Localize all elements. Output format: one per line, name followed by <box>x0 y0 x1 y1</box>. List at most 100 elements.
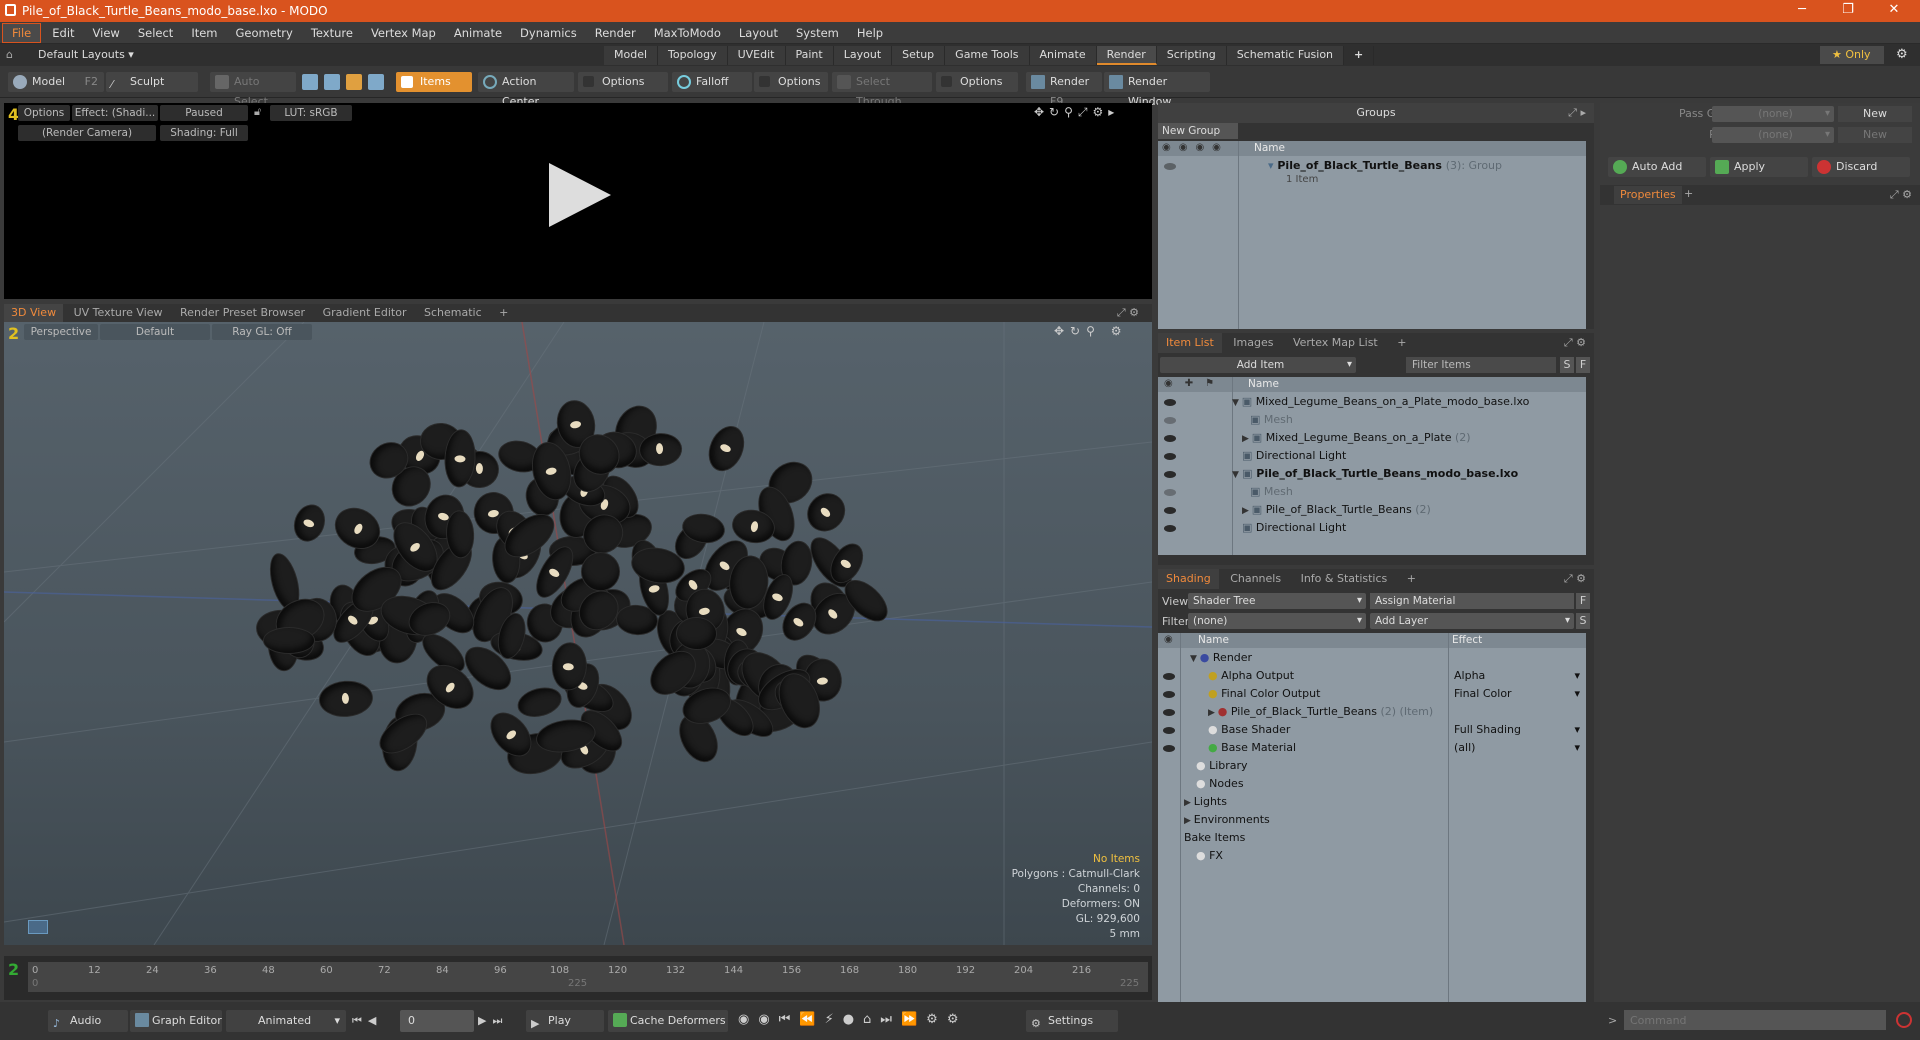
menu-vertex-map[interactable]: Vertex Map <box>362 22 445 44</box>
shader-row[interactable]: ▶ ● Pile_of_Black_Turtle_Beans (2) (Item… <box>1208 703 1433 721</box>
eye-icon[interactable] <box>1164 471 1176 478</box>
add-tab-button[interactable]: + <box>1389 333 1414 353</box>
filter-items-input[interactable]: Filter Items <box>1406 357 1556 373</box>
3d-viewport[interactable]: 2 Perspective Default Ray GL: Off ✥↻⚲ ⚙ … <box>4 322 1152 945</box>
menu-geometry[interactable]: Geometry <box>227 22 302 44</box>
eye-icon[interactable] <box>1163 727 1175 734</box>
expand-icon[interactable]: ⤢ ▸ <box>1568 106 1586 120</box>
expand-arrow-icon[interactable]: ▶ <box>1184 798 1194 808</box>
animated-dropdown[interactable]: Animated ▾ <box>226 1010 346 1032</box>
close-button[interactable]: ✕ <box>1872 2 1916 20</box>
eye-icon[interactable] <box>1163 745 1175 752</box>
select-through-button[interactable]: Select Through <box>832 72 932 108</box>
eye-icon[interactable] <box>1163 673 1175 680</box>
add-item-dropdown[interactable]: Add Item <box>1160 357 1356 373</box>
tab-schematic[interactable]: Schematic <box>417 304 489 322</box>
assign-material-button[interactable]: Assign Material <box>1370 593 1574 609</box>
tab-schematic-fusion[interactable]: Schematic Fusion <box>1226 46 1345 65</box>
view-dropdown[interactable]: Shader Tree <box>1188 593 1366 609</box>
shader-row[interactable]: ● Final Color Output <box>1208 685 1320 703</box>
add-tab-button[interactable]: + <box>1344 46 1375 65</box>
eye-icon[interactable] <box>1164 435 1176 442</box>
tab-layout[interactable]: Layout <box>833 46 893 65</box>
expand-arrow-icon[interactable]: ▶ <box>1208 708 1218 718</box>
audio-button[interactable]: ♪ Audio <box>48 1010 128 1032</box>
new-pass-button[interactable]: New <box>1838 127 1912 143</box>
tab-channels[interactable]: Channels <box>1222 569 1289 589</box>
menu-maxtomodo[interactable]: MaxToModo <box>645 22 730 44</box>
expand-arrow-icon[interactable]: ▶ <box>1242 506 1252 516</box>
tab-model[interactable]: Model <box>604 46 659 65</box>
select-through-options-button[interactable]: Options <box>936 72 1018 92</box>
cache-deformers-button[interactable]: Cache Deformers <box>608 1010 728 1032</box>
f-button[interactable]: F <box>1576 357 1590 373</box>
add-tab-button[interactable]: + <box>1399 569 1424 589</box>
effect-dropdown[interactable]: Alpha ▾ <box>1454 667 1582 685</box>
record-icon[interactable] <box>1896 1012 1912 1028</box>
add-properties-tab-button[interactable]: + <box>1684 187 1693 200</box>
items-mode-button[interactable]: Items <box>396 72 472 92</box>
item-list-row[interactable]: ▼ ▣ Mixed_Legume_Beans_on_a_Plate_modo_b… <box>1232 393 1529 411</box>
viewport-nav-icons[interactable]: ✥↻⚲ ⚙ <box>1054 324 1127 338</box>
shader-row[interactable]: ● Library <box>1196 757 1248 775</box>
render-button[interactable]: Render F9 <box>1026 72 1102 108</box>
eye-icon[interactable] <box>1164 399 1176 406</box>
model-mode-button[interactable]: Model F2 <box>8 72 104 92</box>
frame-input[interactable]: 0 <box>400 1010 474 1032</box>
expand-arrow-icon[interactable]: ▶ <box>1184 816 1194 826</box>
menu-layout[interactable]: Layout <box>730 22 787 44</box>
item-list-row[interactable]: ▣ Mesh <box>1250 411 1293 429</box>
apply-button[interactable]: Apply <box>1710 157 1808 177</box>
eye-icon[interactable] <box>1163 691 1175 698</box>
groups-list[interactable]: Name ◉◉◉◉ ▾ Pile_of_Black_Turtle_Beans (… <box>1158 141 1586 329</box>
item-list-row[interactable]: ▣ Directional Light <box>1242 447 1346 465</box>
lut-dropdown[interactable]: LUT: sRGB <box>270 105 352 121</box>
s-button[interactable]: S <box>1576 613 1590 629</box>
effect-dropdown[interactable]: Full Shading ▾ <box>1454 721 1582 739</box>
tab-item-list[interactable]: Item List <box>1158 333 1222 353</box>
tab-shading[interactable]: Shading <box>1158 569 1219 589</box>
default-dropdown[interactable]: Default <box>100 324 210 340</box>
tab-uv-texture-view[interactable]: UV Texture View <box>67 304 170 322</box>
s-button[interactable]: S <box>1560 357 1574 373</box>
tab-uvedit[interactable]: UVEdit <box>727 46 786 65</box>
new-pass-group-button[interactable]: New <box>1838 106 1912 122</box>
shader-row[interactable]: ● Nodes <box>1196 775 1244 793</box>
auto-select-button[interactable]: Auto Select <box>210 72 296 108</box>
polygon-mode-icon[interactable] <box>346 74 362 90</box>
only-toggle[interactable]: ★ Only <box>1820 46 1884 64</box>
eye-icon[interactable] <box>1164 453 1176 460</box>
menu-item[interactable]: Item <box>182 22 226 44</box>
timeline[interactable]: 2 0 12 24 36 48 60 72 84 96 108 120 132 … <box>4 956 1152 1000</box>
tab-animate[interactable]: Animate <box>1029 46 1097 65</box>
tab-topology[interactable]: Topology <box>658 46 728 65</box>
menu-view[interactable]: View <box>84 22 129 44</box>
default-layouts-dropdown[interactable]: Default Layouts ▾ <box>38 48 134 61</box>
filter-dropdown[interactable]: (none) <box>1188 613 1366 629</box>
passes-dropdown[interactable]: (none) <box>1712 127 1834 143</box>
lock-icon[interactable]: 🔓︎ <box>254 105 268 119</box>
menu-system[interactable]: System <box>787 22 848 44</box>
shader-row[interactable]: ● Base Shader <box>1208 721 1290 739</box>
tab-3d-view[interactable]: 3D View <box>4 304 64 322</box>
discard-button[interactable]: Discard <box>1812 157 1910 177</box>
shader-row[interactable]: ▶ Lights <box>1184 793 1227 811</box>
item-list-row[interactable]: ▶ ▣ Mixed_Legume_Beans_on_a_Plate (2) <box>1242 429 1471 447</box>
menu-file[interactable]: File <box>2 22 42 43</box>
timeline-ruler[interactable]: 0 12 24 36 48 60 72 84 96 108 120 132 14… <box>28 962 1148 992</box>
shader-row[interactable]: ● FX <box>1196 847 1223 865</box>
sculpt-mode-button[interactable]: ⁄ Sculpt <box>106 72 198 92</box>
shader-row[interactable]: ▼ ● Render <box>1190 649 1252 667</box>
play-button[interactable]: ▶ Play <box>526 1010 604 1032</box>
raygl-dropdown[interactable]: Ray GL: Off <box>212 324 312 340</box>
tab-scripting[interactable]: Scripting <box>1156 46 1227 65</box>
shading-dropdown[interactable]: Shading: Full <box>160 125 248 141</box>
eye-icon[interactable] <box>1164 525 1176 532</box>
eye-icon[interactable] <box>1164 489 1176 496</box>
f-button[interactable]: F <box>1576 593 1590 609</box>
menu-texture[interactable]: Texture <box>302 22 362 44</box>
expand-icon[interactable]: ⤢ ⚙ <box>1890 188 1912 202</box>
tab-vertex-map-list[interactable]: Vertex Map List <box>1285 333 1386 353</box>
effect-dropdown[interactable]: (all) ▾ <box>1454 739 1582 757</box>
render-window-button[interactable]: Render Window <box>1104 72 1210 108</box>
